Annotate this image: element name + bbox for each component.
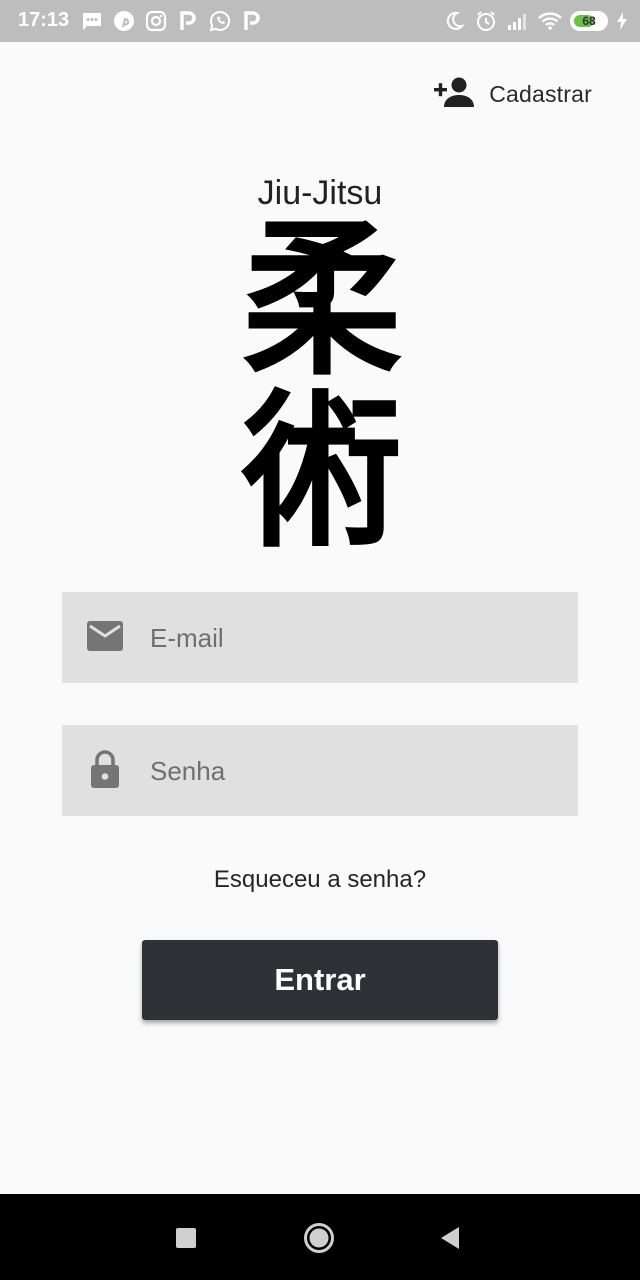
wifi-icon [538,9,562,33]
instagram-icon [144,9,168,33]
p-app-icon [176,9,200,33]
navigation-bar [0,1194,640,1280]
alarm-icon [474,9,498,33]
kanji-ju: 柔 [241,201,402,399]
back-button[interactable] [428,1216,472,1260]
email-icon [86,620,124,656]
forgot-password-link[interactable]: Esqueceu a senha? [0,866,640,894]
charging-icon [616,9,628,33]
battery-icon: 68 [570,11,608,31]
moon-icon [442,9,466,33]
person-add-icon [433,76,475,113]
email-input[interactable] [148,592,562,685]
battery-level: 68 [582,14,596,28]
whatsapp-icon [208,9,232,33]
pinterest-icon [112,9,136,33]
password-field[interactable] [62,725,578,818]
jiu-jitsu-kanji-logo: 柔 術 [232,216,412,565]
login-button[interactable]: Entrar [142,940,498,1020]
signal-icon [506,9,530,33]
system-icons: 68 [442,9,628,33]
status-time: 17:13 [18,9,70,31]
lock-icon [90,749,128,788]
circle-icon [304,1223,334,1253]
kanji-jutsu: 術 [241,373,402,571]
password-input[interactable] [148,725,562,818]
p-app-icon [240,9,264,33]
square-icon [176,1228,196,1248]
message-icon [80,9,104,33]
back-triangle-icon [441,1227,459,1249]
notification-icons [80,9,264,33]
signup-label: Cadastrar [489,80,592,107]
email-field[interactable] [62,592,578,685]
status-bar: 17:13 68 [0,0,640,42]
home-button[interactable] [297,1216,341,1260]
recents-button[interactable] [164,1216,208,1260]
signup-button[interactable]: Cadastrar [433,74,592,114]
